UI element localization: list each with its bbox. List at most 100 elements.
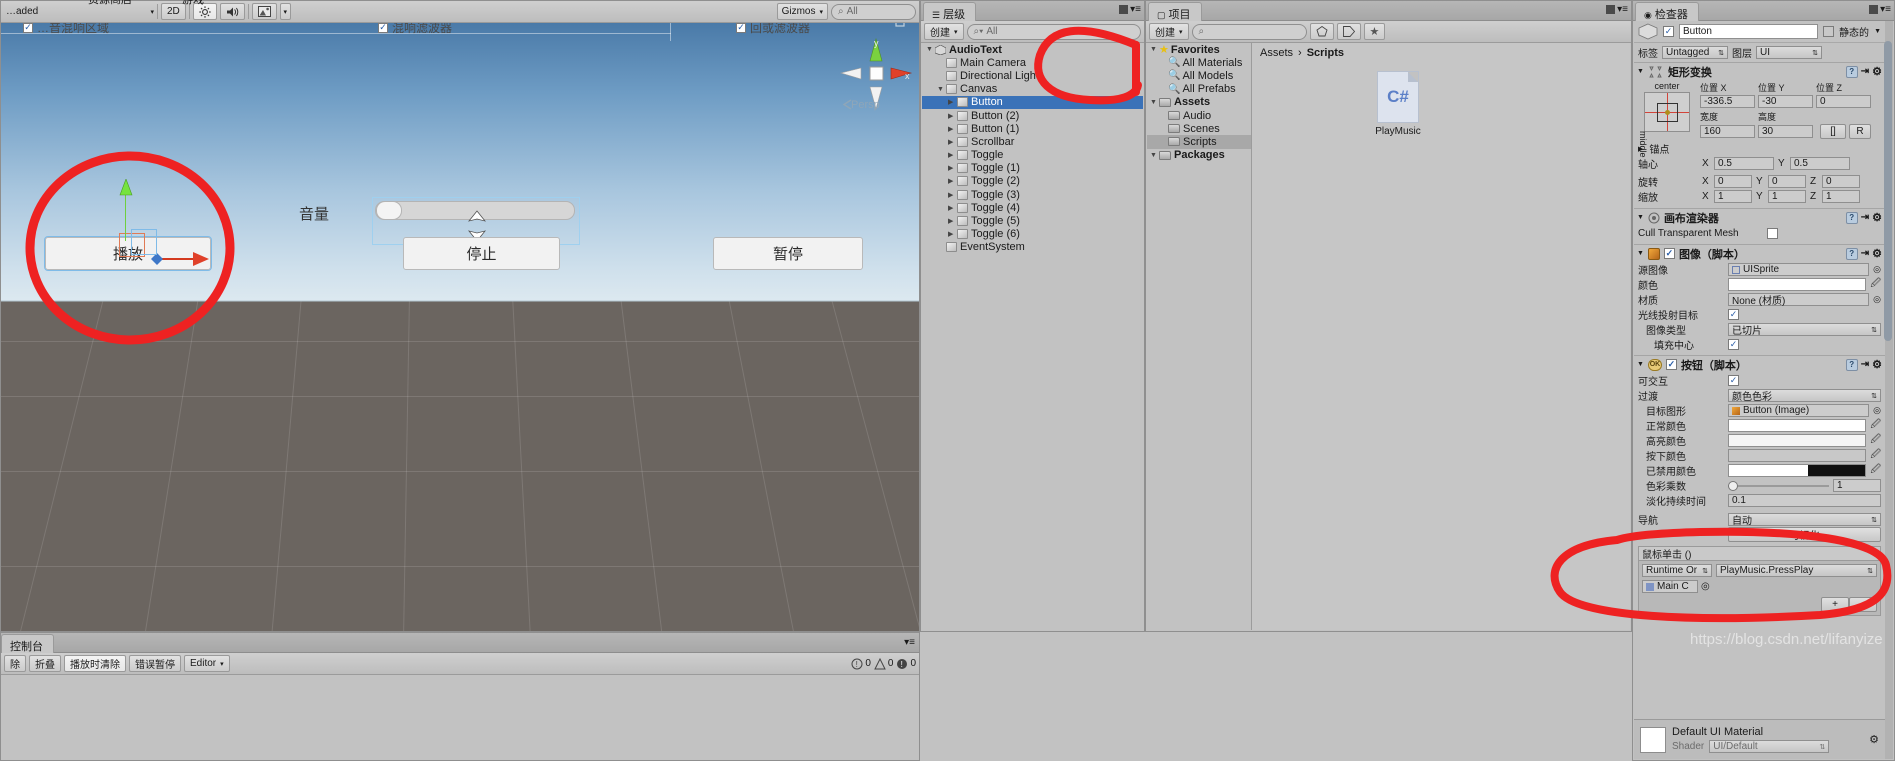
highlight-color-row[interactable]: 高亮颜色 🖉: [1634, 433, 1885, 448]
chevron-right-icon[interactable]: ▶: [948, 125, 957, 133]
scene-button-pause[interactable]: 暂停: [713, 237, 863, 270]
help-icon[interactable]: ?: [1845, 211, 1858, 224]
chevron-right-icon[interactable]: ▶: [948, 151, 957, 159]
hierarchy-item-scrollbar[interactable]: ▶ Scrollbar: [922, 135, 1143, 148]
scale-row[interactable]: 缩放 X1 Y1 Z1: [1634, 189, 1885, 204]
component-button[interactable]: ▼ OK ✓ 按钮（脚本） ? ⇥ ⚙ 可交互 ✓ 过渡 颜色色彩 ⇅ 目标图形…: [1634, 355, 1885, 616]
scale-y-field[interactable]: 1: [1768, 190, 1806, 203]
hierarchy-toolbar[interactable]: 创建 ▾ ⌕▾ All: [921, 21, 1144, 43]
rot-x-field[interactable]: 0: [1714, 175, 1752, 188]
tab-game[interactable]: 游戏: [182, 0, 204, 7]
chevron-down-icon[interactable]: ▼: [1150, 99, 1159, 106]
source-image-field[interactable]: UISprite: [1728, 263, 1870, 276]
color-multiplier-slider[interactable]: [1728, 479, 1829, 492]
breadcrumb-scripts[interactable]: Scripts: [1307, 47, 1344, 59]
project-panel[interactable]: ▢ 项目 ▾≡ 创建 ▾ ⌕ ★ ▼ ★ Favorites 🔍 All Mat…: [1145, 0, 1632, 632]
project-create-button[interactable]: 创建 ▾: [1149, 23, 1189, 40]
fill-center-checkbox[interactable]: ✓: [1728, 339, 1739, 350]
chevron-right-icon[interactable]: ▶: [948, 217, 957, 225]
asset-playmusic[interactable]: C# PlayMusic: [1368, 71, 1428, 137]
gear-icon[interactable]: ⚙: [1872, 65, 1882, 78]
hierarchy-item-toggle-3[interactable]: ▶ Toggle (3): [922, 188, 1143, 201]
pivot-x-field[interactable]: 0.5: [1714, 157, 1774, 170]
transition-row[interactable]: 过渡 颜色色彩 ⇅: [1634, 388, 1885, 403]
raycast-target-row[interactable]: 光线投射目标 ✓: [1634, 307, 1885, 322]
target-graphic-field[interactable]: Button (Image): [1728, 404, 1870, 417]
hierarchy-item-list[interactable]: Main Camera Directional Light ▼ Canvas ▶ Butt…: [922, 56, 1143, 254]
pos-y-field[interactable]: -30: [1758, 95, 1813, 108]
eyedropper-icon[interactable]: 🖉: [1870, 462, 1881, 479]
help-icon[interactable]: ?: [1845, 65, 1858, 78]
button-component-header[interactable]: ▼ OK ✓ 按钮（脚本） ? ⇥ ⚙: [1634, 356, 1885, 373]
raw-edit-mode-button[interactable]: R: [1849, 124, 1871, 139]
component-image[interactable]: ▼ ✓ 图像（脚本） ? ⇥ ⚙ 源图像 UISprite ◎ 颜色 🖉 材质 …: [1634, 244, 1885, 352]
hierarchy-item-button-2[interactable]: ▶ Button (2): [922, 109, 1143, 122]
console-panel[interactable]: 控制台 ▾≡ 除 折叠 播放时清除 错误暂停 Editor ▾ ! 0 0 !: [0, 632, 920, 761]
button-enabled-checkbox[interactable]: ✓: [1665, 359, 1677, 370]
navigation-dropdown[interactable]: 自动 ⇅: [1728, 513, 1881, 527]
project-tree-item-scenes[interactable]: Scenes: [1147, 122, 1251, 135]
console-collapse-button[interactable]: 折叠: [29, 655, 61, 672]
inspector-object-header[interactable]: ✓ Button 静态的 ▼: [1634, 21, 1885, 43]
tab-console[interactable]: 控制台: [1, 634, 54, 653]
pivot-row[interactable]: 轴心 X 0.5 Y 0.5: [1634, 156, 1885, 171]
anchors-row[interactable]: ▶ 锚点: [1634, 141, 1885, 156]
hierarchy-maximize-icon[interactable]: [1119, 5, 1128, 14]
scene-button-stop[interactable]: 停止: [403, 237, 560, 270]
image-type-row[interactable]: 图像类型 已切片 ⇅: [1634, 322, 1885, 337]
chevron-down-icon[interactable]: ▼: [1150, 152, 1159, 159]
project-tree-item-all-models[interactable]: 🔍 All Models: [1147, 69, 1251, 82]
material-gear-icon[interactable]: ⚙: [1869, 733, 1879, 746]
hierarchy-item-toggle-4[interactable]: ▶ Toggle (4): [922, 201, 1143, 214]
color-multiplier-field[interactable]: 1: [1833, 479, 1881, 492]
inspector-maximize-icon[interactable]: [1869, 5, 1878, 14]
chevron-right-icon[interactable]: ▶: [948, 138, 957, 146]
inspector-tag-layer-row[interactable]: 标签 Untagged ⇅ 图层 UI ⇅: [1634, 43, 1885, 62]
static-checkbox[interactable]: [1823, 26, 1835, 37]
chevron-down-icon[interactable]: ▼: [926, 46, 935, 53]
console-message-list[interactable]: [2, 675, 918, 759]
object-picker-icon[interactable]: ◎: [1873, 405, 1881, 416]
project-maximize-icon[interactable]: [1606, 5, 1615, 14]
chevron-right-icon[interactable]: ▶: [948, 98, 957, 106]
fill-center-row[interactable]: 填充中心 ✓: [1634, 337, 1885, 352]
project-favorites-button[interactable]: ★: [1363, 23, 1386, 40]
target-graphic-row[interactable]: 目标图形 Button (Image) ◎: [1634, 403, 1885, 418]
console-clear-on-play-button[interactable]: 播放时清除: [64, 655, 126, 672]
help-icon[interactable]: ?: [1845, 358, 1858, 371]
move-handle-gizmo[interactable]: [151, 248, 211, 270]
object-picker-icon[interactable]: ◎: [1873, 294, 1881, 305]
onclick-event-row[interactable]: Runtime Or ⇅ PlayMusic.PressPlay ⇅ Main …: [1638, 560, 1881, 616]
chevron-down-icon[interactable]: ▼: [1150, 46, 1159, 53]
project-tree-item-audio[interactable]: Audio: [1147, 109, 1251, 122]
object-picker-icon[interactable]: ◎: [1701, 581, 1710, 592]
fade-duration-field[interactable]: 0.1: [1728, 494, 1881, 507]
image-enabled-checkbox[interactable]: ✓: [1663, 248, 1675, 259]
chevron-down-icon[interactable]: ▼: [937, 86, 946, 93]
project-tree-item-all-prefabs[interactable]: 🔍 All Prefabs: [1147, 83, 1251, 96]
scale-x-field[interactable]: 1: [1714, 190, 1752, 203]
object-name-field[interactable]: Button: [1679, 24, 1819, 39]
height-field[interactable]: 30: [1758, 125, 1813, 138]
project-tree-item-favorites[interactable]: ▼ ★ Favorites: [1147, 43, 1251, 57]
project-tree-item-scripts[interactable]: Scripts: [1147, 135, 1251, 149]
shader-dropdown[interactable]: UI/Default ⇅: [1709, 740, 1830, 753]
color-multiplier-row[interactable]: 色彩乘数 1: [1634, 478, 1885, 493]
pos-z-field[interactable]: 0: [1816, 95, 1871, 108]
visualize-row[interactable]: 可视化: [1634, 527, 1885, 542]
chevron-down-icon[interactable]: ▼: [1637, 68, 1644, 75]
preset-icon[interactable]: ⇥: [1861, 212, 1869, 223]
chevron-right-icon[interactable]: ▶: [948, 112, 957, 120]
hierarchy-item-toggle-1[interactable]: ▶ Toggle (1): [922, 162, 1143, 175]
chevron-down-icon[interactable]: ▼: [1637, 214, 1644, 221]
console-warning-count[interactable]: 0: [874, 657, 893, 670]
inspector-panel-menu-icon[interactable]: ▾≡: [1880, 4, 1891, 15]
project-asset-browser[interactable]: Assets › Scripts C# PlayMusic: [1252, 43, 1630, 630]
layer-dropdown[interactable]: UI ⇅: [1756, 46, 1822, 59]
remove-event-button[interactable]: −: [1849, 597, 1877, 612]
fade-duration-row[interactable]: 淡化持续时间 0.1: [1634, 493, 1885, 508]
canvas-renderer-header[interactable]: ▼ 画布渲染器 ? ⇥ ⚙: [1634, 209, 1885, 226]
chevron-right-icon[interactable]: ▶: [948, 164, 957, 172]
eyedropper-icon[interactable]: 🖉: [1870, 276, 1881, 293]
cull-transparent-mesh-row[interactable]: Cull Transparent Mesh: [1634, 226, 1885, 241]
